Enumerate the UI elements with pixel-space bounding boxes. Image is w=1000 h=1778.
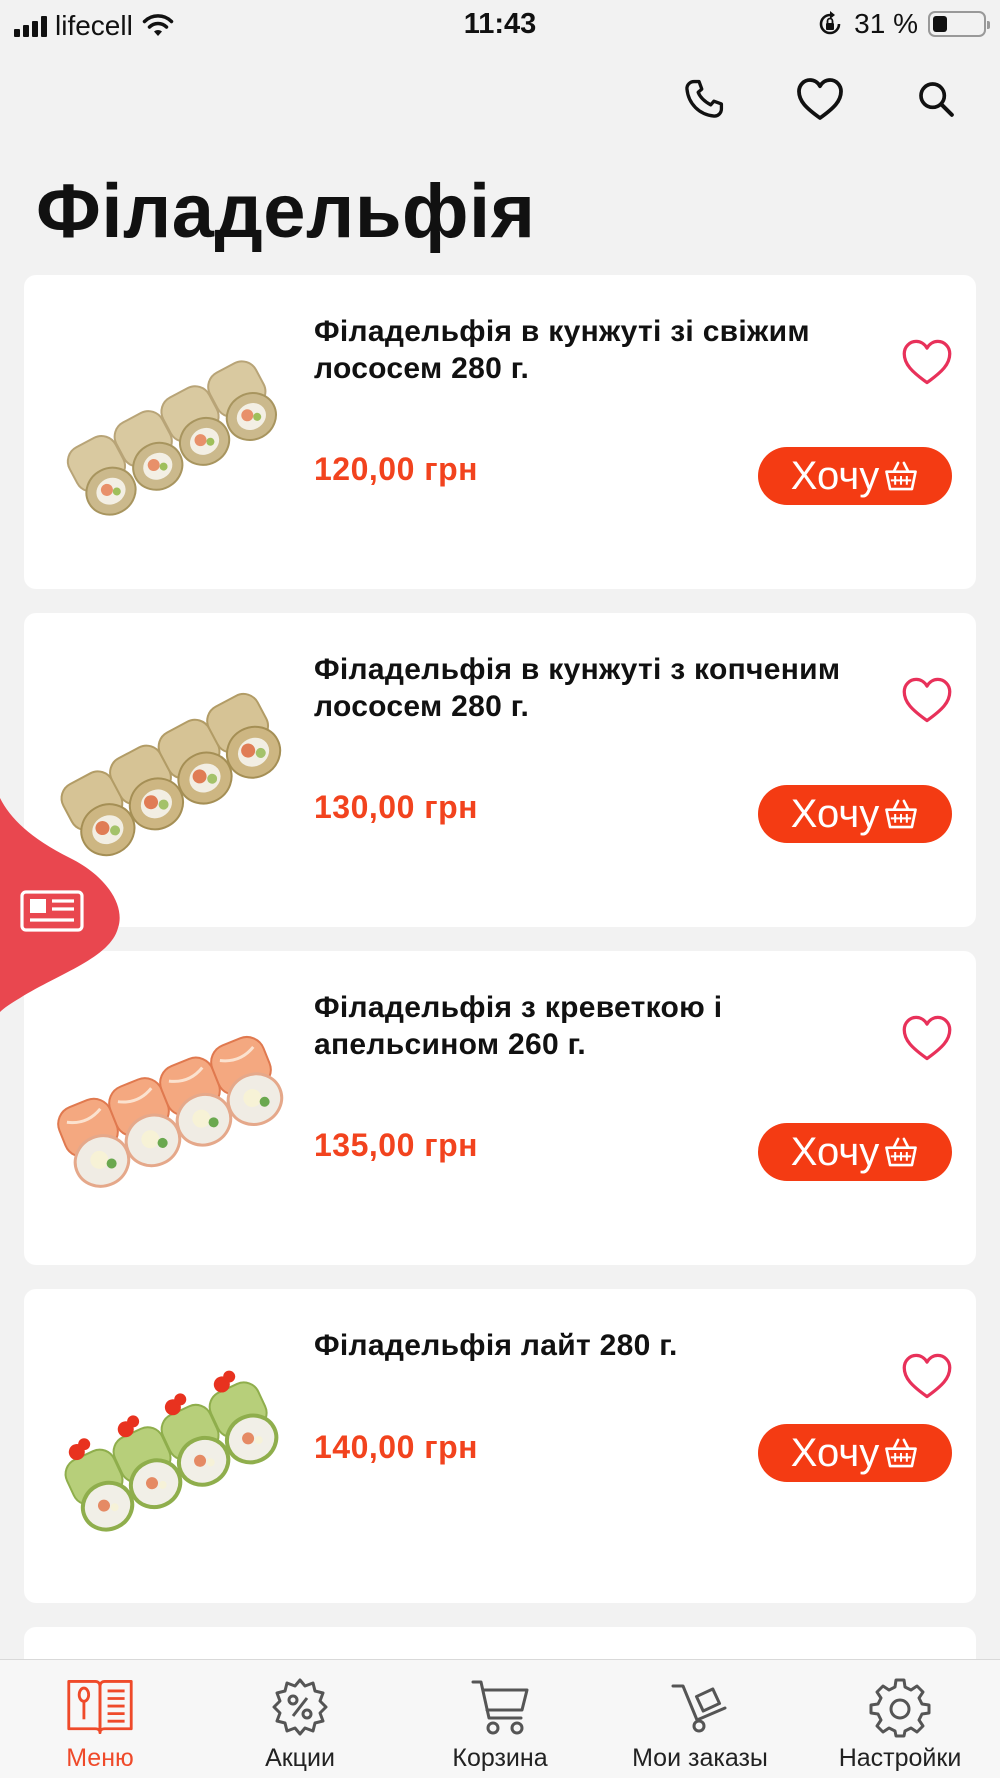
add-to-cart-label: Хочу bbox=[790, 791, 880, 836]
product-card[interactable]: Філадельфія з креветкою і апельсином 260… bbox=[24, 951, 976, 1265]
product-image[interactable] bbox=[34, 297, 304, 567]
product-price: 135,00 грн bbox=[314, 1127, 478, 1163]
search-icon[interactable] bbox=[912, 75, 960, 123]
product-name: Філадельфія в кунжуті з копченим лососем… bbox=[314, 653, 841, 723]
tab-label: Корзина bbox=[452, 1744, 548, 1772]
product-price: 130,00 грн bbox=[314, 789, 478, 825]
product-price: 140,00 грн bbox=[314, 1429, 478, 1465]
add-to-cart-button[interactable]: Хочу bbox=[758, 1123, 952, 1181]
phone-icon[interactable] bbox=[680, 75, 728, 123]
add-to-cart-label: Хочу bbox=[790, 1430, 880, 1475]
product-image[interactable] bbox=[34, 973, 304, 1243]
header-actions bbox=[680, 75, 960, 123]
screen: lifecell 11:43 31 % Філадельфія Філадель… bbox=[0, 0, 1000, 1778]
tab-my-orders[interactable]: Мои заказы bbox=[600, 1660, 800, 1778]
status-bar: lifecell 11:43 31 % bbox=[0, 0, 1000, 52]
favorite-heart-icon[interactable] bbox=[900, 1011, 954, 1065]
add-to-cart-button[interactable]: Хочу bbox=[758, 1424, 952, 1482]
tab-label: Мои заказы bbox=[632, 1744, 768, 1772]
battery-icon bbox=[928, 11, 990, 37]
tab-menu[interactable]: Меню bbox=[0, 1660, 200, 1778]
product-image[interactable] bbox=[34, 1311, 304, 1581]
favorite-heart-icon[interactable] bbox=[900, 335, 954, 389]
battery-percent: 31 % bbox=[854, 8, 918, 39]
rotation-lock-icon bbox=[819, 11, 841, 35]
basket-icon bbox=[885, 799, 918, 829]
tab-label: Акции bbox=[265, 1744, 335, 1772]
favorite-heart-icon[interactable] bbox=[900, 1349, 954, 1403]
add-to-cart-label: Хочу bbox=[790, 453, 880, 498]
settings-gear-icon bbox=[865, 1676, 935, 1738]
tab-promotions[interactable]: Акции bbox=[200, 1660, 400, 1778]
orders-trolley-icon bbox=[665, 1676, 735, 1738]
product-card[interactable]: Філадельфія в кунжуті з копченим лососем… bbox=[24, 613, 976, 927]
tab-label: Настройки bbox=[838, 1744, 962, 1772]
catalog-side-tab[interactable] bbox=[0, 798, 122, 1012]
page-title: Філадельфія bbox=[36, 169, 536, 254]
menu-book-icon bbox=[65, 1676, 135, 1738]
favorite-heart-icon[interactable] bbox=[900, 673, 954, 727]
product-list: Філадельфія в кунжуті зі свіжим лососем … bbox=[24, 275, 976, 1667]
product-name: Філадельфія з креветкою і апельсином 260… bbox=[314, 991, 723, 1061]
favorites-heart-icon[interactable] bbox=[796, 75, 844, 123]
discount-gear-icon bbox=[265, 1676, 335, 1738]
add-to-cart-button[interactable]: Хочу bbox=[758, 447, 952, 505]
product-name: Філадельфія в кунжуті зі свіжим лососем … bbox=[314, 315, 810, 385]
add-to-cart-label: Хочу bbox=[790, 1129, 880, 1174]
tab-cart[interactable]: Корзина bbox=[400, 1660, 600, 1778]
basket-icon bbox=[885, 461, 918, 491]
tab-settings[interactable]: Настройки bbox=[800, 1660, 1000, 1778]
product-card[interactable]: Філадельфія лайт 280 г. 140,00 грн Хочу bbox=[24, 1289, 976, 1603]
product-card[interactable]: Філадельфія в кунжуті зі свіжим лососем … bbox=[24, 275, 976, 589]
product-price: 120,00 грн bbox=[314, 451, 478, 487]
cart-icon bbox=[465, 1676, 535, 1738]
tab-label: Меню bbox=[66, 1744, 134, 1772]
basket-icon bbox=[885, 1438, 918, 1468]
tab-bar: Меню Акции Корзина Мои заказы Настройки bbox=[0, 1659, 1000, 1778]
add-to-cart-button[interactable]: Хочу bbox=[758, 785, 952, 843]
status-right: 31 % bbox=[816, 8, 990, 40]
basket-icon bbox=[885, 1137, 918, 1167]
product-name: Філадельфія лайт 280 г. bbox=[314, 1329, 678, 1362]
